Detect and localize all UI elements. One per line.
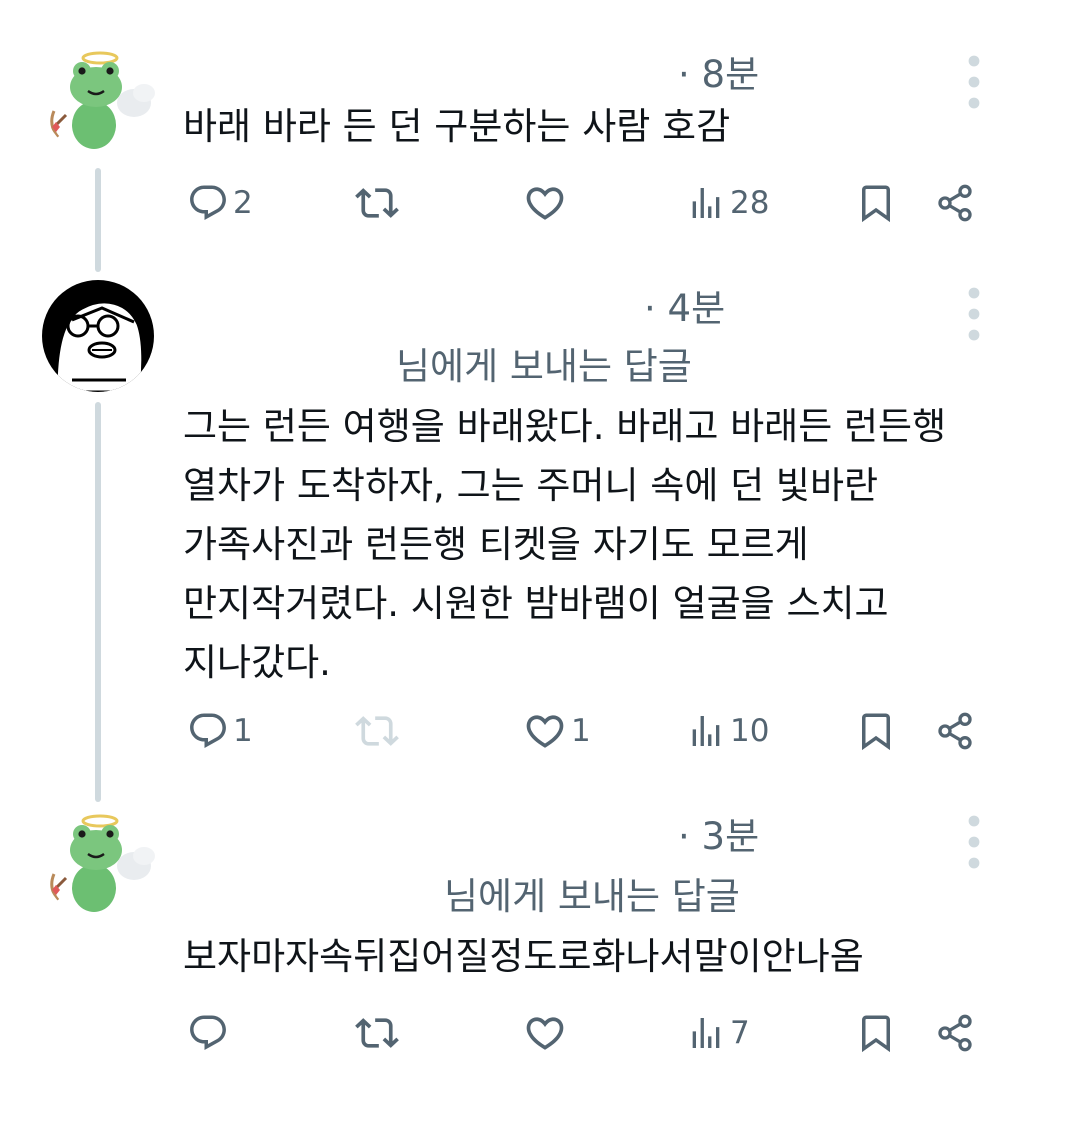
like-icon xyxy=(523,1011,567,1055)
tweet-text: 그는 런든 여행을 바래왔다. 바래고 바래든 런든행 열차가 도착하자, 그는… xyxy=(183,397,946,692)
views-button[interactable]: 7 xyxy=(686,1008,750,1058)
frog-avatar-icon xyxy=(44,808,156,920)
avatar[interactable] xyxy=(44,808,156,920)
more-icon[interactable] xyxy=(962,812,986,872)
tweet-timestamp[interactable]: · 3분 xyxy=(678,806,759,860)
reply-count: 2 xyxy=(233,185,253,221)
share-icon xyxy=(935,711,975,751)
share-icon xyxy=(935,183,975,223)
views-count: 28 xyxy=(730,185,770,221)
avatar[interactable] xyxy=(44,45,156,157)
sketch-avatar-icon xyxy=(42,280,154,392)
bookmark-icon xyxy=(855,709,897,753)
retweet-icon xyxy=(355,181,399,225)
like-count: 1 xyxy=(571,713,591,749)
views-icon xyxy=(686,1013,726,1053)
thread-line xyxy=(95,402,101,802)
retweet-button[interactable] xyxy=(355,706,403,756)
views-button[interactable]: 28 xyxy=(686,178,769,228)
views-button[interactable]: 10 xyxy=(686,706,769,756)
like-button[interactable] xyxy=(523,178,571,228)
more-icon[interactable] xyxy=(962,284,986,344)
action-bar: 7 xyxy=(183,1008,983,1058)
share-button[interactable] xyxy=(935,706,975,756)
bookmark-button[interactable] xyxy=(855,1008,897,1058)
share-button[interactable] xyxy=(935,178,975,228)
bookmark-icon xyxy=(855,1011,897,1055)
views-icon xyxy=(686,711,726,751)
reply-button[interactable] xyxy=(187,1008,233,1058)
bookmark-icon xyxy=(855,181,897,225)
retweet-button[interactable] xyxy=(355,1008,403,1058)
reply-icon xyxy=(187,1012,229,1054)
views-count: 10 xyxy=(730,713,770,749)
tweet-text-line: 지나갔다. xyxy=(183,641,331,684)
more-icon[interactable] xyxy=(962,52,986,112)
like-button[interactable] xyxy=(523,1008,571,1058)
bookmark-button[interactable] xyxy=(855,706,897,756)
action-bar: 2 28 xyxy=(183,178,983,228)
action-bar: 1 1 10 xyxy=(183,706,983,756)
tweet-text: 보자마자속뒤집어질정도로화나서말이안나옴 xyxy=(183,927,864,986)
thread-line xyxy=(95,168,101,272)
tweet-text-line: 보자마자속뒤집어질정도로화나서말이안나옴 xyxy=(183,935,864,978)
retweet-icon xyxy=(355,1011,399,1055)
reply-button[interactable]: 2 xyxy=(187,178,253,228)
tweet-text-line: 열차가 도착하자, 그는 주머니 속에 던 빛바란 xyxy=(183,464,879,507)
avatar[interactable] xyxy=(42,280,154,392)
reply-to-label: 님에게 보내는 답글 xyxy=(444,875,740,918)
tweet-text-line: 가족사진과 런든행 티켓을 자기도 모르게 xyxy=(183,523,809,566)
views-count: 7 xyxy=(730,1015,750,1051)
like-icon xyxy=(523,709,567,753)
tweet-text-line: 그는 런든 여행을 바래왔다. 바래고 바래든 런든행 xyxy=(183,405,947,448)
tweet-text-line: 만지작거렸다. 시원한 밤바램이 얼굴을 스치고 xyxy=(183,582,889,625)
reply-icon xyxy=(187,710,229,752)
reply-to-label: 님에게 보내는 답글 xyxy=(396,345,692,388)
reply-button[interactable]: 1 xyxy=(187,706,253,756)
views-icon xyxy=(686,183,726,223)
tweet-text: 바래 바라 든 던 구분하는 사람 호감 xyxy=(183,97,730,156)
tweet-timestamp[interactable]: · 4분 xyxy=(644,278,725,332)
retweet-button[interactable] xyxy=(355,178,403,228)
tweet-timestamp[interactable]: · 8분 xyxy=(678,44,759,98)
reply-count: 1 xyxy=(233,713,253,749)
tweet-text-line: 바래 바라 든 던 구분하는 사람 호감 xyxy=(183,105,731,148)
like-icon xyxy=(523,181,567,225)
retweet-icon xyxy=(355,709,399,753)
share-button[interactable] xyxy=(935,1008,975,1058)
share-icon xyxy=(935,1013,975,1053)
reply-icon xyxy=(187,182,229,224)
frog-avatar-icon xyxy=(44,45,156,157)
bookmark-button[interactable] xyxy=(855,178,897,228)
like-button[interactable]: 1 xyxy=(523,706,591,756)
